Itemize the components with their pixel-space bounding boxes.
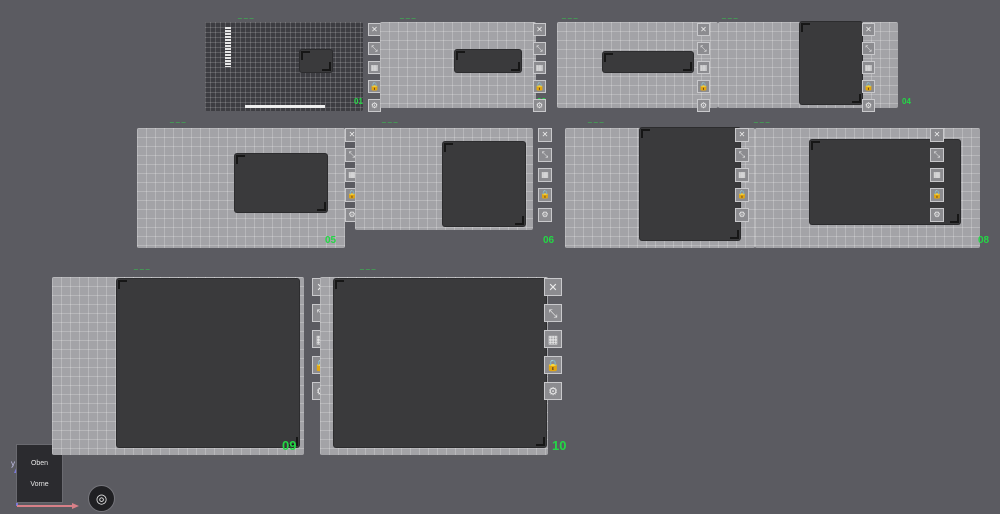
close-icon[interactable]: ✕: [697, 23, 710, 36]
orient-icon[interactable]: ⤡: [735, 148, 749, 162]
bed-label-strip: [245, 105, 325, 108]
arrange-icon[interactable]: ▦: [697, 61, 710, 74]
gear-icon[interactable]: ⚙: [697, 99, 710, 112]
plate-toolbar: ✕ ⤡ ▦ 🔒 ⚙: [862, 23, 875, 112]
plate-07[interactable]: [565, 128, 755, 248]
plate-toolbar: ✕ ⤡ ▦ 🔒 ⚙: [735, 128, 749, 222]
bed-side-label: [225, 27, 231, 67]
plate-toolbar: ✕ ⤡ ▦ 🔒 ⚙: [544, 278, 562, 400]
close-icon[interactable]: ✕: [538, 128, 552, 142]
plate-name-label[interactable]: _ _ _: [722, 12, 738, 19]
orient-icon[interactable]: ⤡: [538, 148, 552, 162]
svg-text:y: y: [11, 459, 15, 468]
lock-icon[interactable]: 🔒: [930, 188, 944, 202]
camera-focus-icon[interactable]: ◎: [88, 485, 115, 512]
close-icon[interactable]: ✕: [930, 128, 944, 142]
gear-icon[interactable]: ⚙: [544, 382, 562, 400]
orient-icon[interactable]: ⤡: [862, 42, 875, 55]
close-icon[interactable]: ✕: [544, 278, 562, 296]
plate-object[interactable]: [300, 50, 332, 72]
plate-name-label[interactable]: _ _ _: [400, 12, 416, 19]
plate-number-label: 01: [354, 97, 363, 106]
lock-icon[interactable]: 🔒: [538, 188, 552, 202]
plate-name-label[interactable]: _ _ _: [360, 263, 376, 270]
plate-01[interactable]: [205, 22, 363, 111]
arrange-icon[interactable]: ▦: [862, 61, 875, 74]
lock-icon[interactable]: 🔒: [697, 80, 710, 93]
plate-02[interactable]: [380, 22, 536, 108]
plate-name-label[interactable]: _ _ _: [588, 116, 604, 123]
close-icon[interactable]: ✕: [862, 23, 875, 36]
plate-object[interactable]: [117, 279, 299, 447]
plate-object[interactable]: [640, 128, 740, 240]
plate-toolbar: ✕ ⤡ ▦ 🔒 ⚙: [697, 23, 710, 112]
arrange-icon[interactable]: ▦: [735, 168, 749, 182]
gear-icon[interactable]: ⚙: [538, 208, 552, 222]
plate-object[interactable]: [455, 50, 521, 72]
arrange-icon[interactable]: ▦: [533, 61, 546, 74]
plate-object[interactable]: [334, 279, 546, 447]
gear-icon[interactable]: ⚙: [735, 208, 749, 222]
plate-number-label: 05: [325, 235, 337, 246]
gear-icon[interactable]: ⚙: [533, 99, 546, 112]
gear-icon[interactable]: ⚙: [862, 99, 875, 112]
arrange-icon[interactable]: ▦: [544, 330, 562, 348]
close-icon[interactable]: ✕: [533, 23, 546, 36]
plate-name-label[interactable]: _ _ _: [382, 116, 398, 123]
orient-icon[interactable]: ⤡: [533, 42, 546, 55]
orient-icon[interactable]: ⤡: [930, 148, 944, 162]
plate-05[interactable]: [137, 128, 345, 248]
plate-object[interactable]: [235, 154, 327, 212]
lock-icon[interactable]: 🔒: [862, 80, 875, 93]
view-cube-front-label[interactable]: Vorne: [30, 481, 48, 488]
plate-number-label: 06: [543, 235, 555, 246]
plate-toolbar: ✕ ⤡ ▦ 🔒 ⚙: [533, 23, 546, 112]
plate-toolbar: ✕ ⤡ ▦ 🔒 ⚙: [930, 128, 944, 222]
arrange-icon[interactable]: ▦: [930, 168, 944, 182]
plate-toolbar: ✕ ⤡ ▦ 🔒 ⚙: [538, 128, 552, 222]
plate-object[interactable]: [443, 142, 525, 226]
orient-icon[interactable]: ⤡: [697, 42, 710, 55]
plate-09[interactable]: [52, 277, 304, 455]
view-cube-top-label[interactable]: Oben: [31, 460, 48, 467]
plate-number-label: 10: [552, 438, 567, 453]
plate-object[interactable]: [603, 52, 693, 72]
plate-number-label: 04: [902, 97, 911, 106]
plate-name-label[interactable]: _ _ _: [238, 12, 254, 19]
plate-name-label[interactable]: _ _ _: [134, 263, 150, 270]
lock-icon[interactable]: 🔒: [735, 188, 749, 202]
lock-icon[interactable]: 🔒: [544, 356, 562, 374]
plate-name-label[interactable]: _ _ _: [170, 116, 186, 123]
plate-name-label[interactable]: _ _ _: [562, 12, 578, 19]
lock-icon[interactable]: 🔒: [533, 80, 546, 93]
plate-number-label: 09: [282, 438, 297, 453]
plate-object[interactable]: [800, 22, 862, 104]
orient-icon[interactable]: ⤡: [544, 304, 562, 322]
plate-10[interactable]: [320, 277, 548, 455]
plate-06[interactable]: [355, 128, 533, 230]
plate-number-label: 08: [978, 235, 990, 246]
plate-03[interactable]: [557, 22, 718, 108]
gear-icon[interactable]: ⚙: [930, 208, 944, 222]
plate-08[interactable]: [755, 128, 980, 248]
plate-name-label[interactable]: _ _ _: [754, 116, 770, 123]
arrange-icon[interactable]: ▦: [538, 168, 552, 182]
close-icon[interactable]: ✕: [735, 128, 749, 142]
